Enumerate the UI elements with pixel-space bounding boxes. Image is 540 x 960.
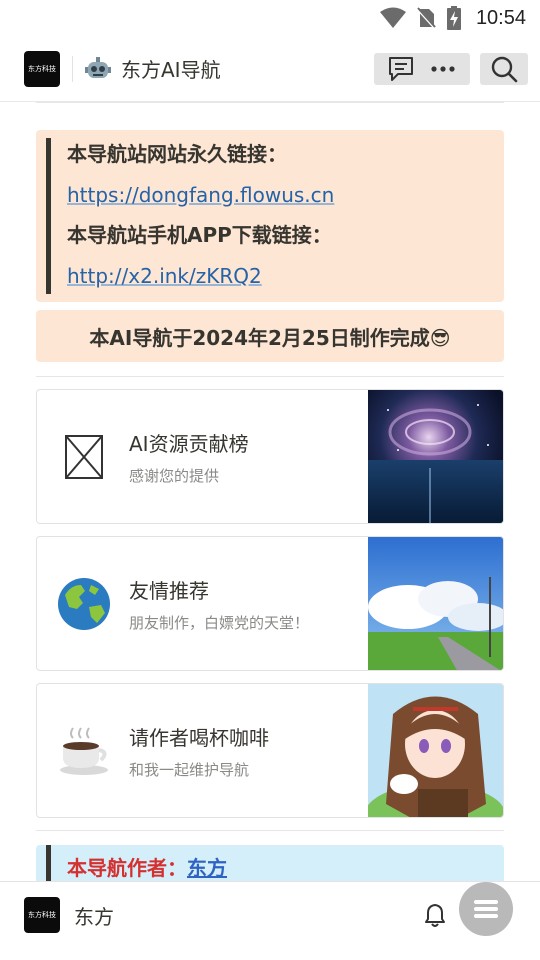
bottom-bar: 东方科技 东方 (0, 881, 540, 960)
completion-notice-text: 本AI导航于2024年2月25日制作完成😎 (89, 325, 451, 350)
permanent-link-label: 本导航站网站永久链接： (67, 142, 287, 166)
robot-icon (85, 56, 111, 78)
card-text: 友情推荐 朋友制作，白嫖党的天堂！ (129, 575, 309, 633)
status-bar: 10:54 (0, 0, 540, 36)
divider (36, 830, 504, 831)
logo-text: 东方科技 (28, 911, 56, 919)
divider (36, 102, 504, 103)
sky-road-image (368, 537, 503, 670)
app-download-link[interactable]: http://x2.ink/zKRQ2 (67, 264, 262, 288)
bell-icon[interactable] (420, 900, 450, 930)
site-logo[interactable]: 东方科技 (24, 50, 60, 87)
card-buy-coffee[interactable]: 请作者喝杯咖啡 和我一起维护导航 (36, 683, 504, 818)
card-text: AI资源贡献榜 感谢您的提供 (129, 428, 249, 486)
workspace-name[interactable]: 东方 (74, 901, 114, 930)
card-body: 友情推荐 朋友制作，白嫖党的天堂！ (37, 537, 368, 670)
card-subtitle: 和我一起维护导航 (129, 760, 250, 779)
battery-charging-icon (446, 6, 461, 30)
anime-girl-image (368, 684, 503, 817)
top-header: 东方科技 东方AI导航 (0, 36, 540, 102)
links-callout-body: 本导航站网站永久链接： https://dongfang.flowus.cn 本… (46, 138, 494, 294)
card-friend-recommend[interactable]: 友情推荐 朋友制作，白嫖党的天堂！ (36, 536, 504, 671)
app-link-label: 本导航站手机APP下载链接： (67, 223, 332, 248)
globe-icon (57, 577, 111, 631)
divider (36, 376, 504, 377)
card-text: 请作者喝杯咖啡 和我一起维护导航 (129, 722, 269, 780)
header-divider (72, 55, 73, 82)
completion-notice: 本AI导航于2024年2月25日制作完成😎 (36, 310, 504, 362)
no-sim-icon (415, 7, 436, 29)
card-subtitle: 感谢您的提供 (129, 466, 220, 485)
card-body: 请作者喝杯咖啡 和我一起维护导航 (37, 684, 368, 817)
links-callout: 本导航站网站永久链接： https://dongfang.flowus.cn 本… (36, 130, 504, 302)
search-icon (491, 56, 518, 83)
status-time: 10:54 (475, 6, 526, 29)
card-body: AI资源贡献榜 感谢您的提供 (37, 390, 368, 523)
card-ai-resources[interactable]: AI资源贡献榜 感谢您的提供 (36, 389, 504, 524)
comment-icon[interactable] (387, 55, 415, 83)
logo-text: 东方科技 (28, 64, 56, 73)
main-content: 本导航站网站永久链接： https://dongfang.flowus.cn 本… (36, 102, 504, 887)
card-title: 请作者喝杯咖啡 (129, 725, 269, 750)
more-icon[interactable] (429, 55, 457, 83)
workspace-logo[interactable]: 东方科技 (24, 897, 60, 933)
card-title: 友情推荐 (129, 578, 209, 603)
coffee-icon (57, 724, 111, 778)
search-button[interactable] (480, 53, 528, 85)
menu-button[interactable] (459, 882, 513, 936)
broken-image-icon (57, 430, 111, 484)
card-title: AI资源贡献榜 (129, 431, 249, 456)
wifi-icon (379, 7, 406, 28)
galaxy-image (368, 390, 503, 523)
author-label: 本导航作者： (67, 855, 187, 880)
website-link[interactable]: https://dongfang.flowus.cn (67, 183, 334, 207)
menu-icon (474, 900, 498, 918)
header-actions (374, 53, 470, 85)
card-subtitle: 朋友制作，白嫖党的天堂！ (129, 613, 310, 632)
author-link[interactable]: 东方 (187, 852, 227, 881)
page-title: 东方AI导航 (121, 58, 221, 82)
